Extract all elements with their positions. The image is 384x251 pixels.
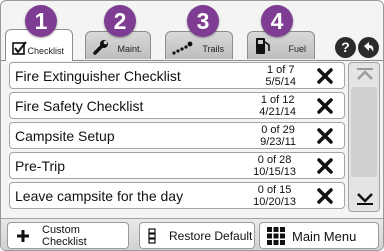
checklist-progress: 1 of 7 <box>266 64 295 76</box>
delete-icon[interactable] <box>316 97 334 115</box>
checklist-progress: 1 of 12 <box>260 94 295 106</box>
scroll-to-top-icon[interactable] <box>355 66 375 82</box>
scroll-to-bottom-icon[interactable] <box>355 191 375 207</box>
main-menu-label: Main Menu <box>292 229 357 244</box>
checklist-title: Leave campsite for the day <box>15 188 184 204</box>
tab-label: Maint. <box>117 44 142 54</box>
checklist-meta: 0 of 15 10/20/13 <box>253 184 296 208</box>
step-badge-1: 1 <box>25 5 57 37</box>
checklist-progress: 0 of 29 <box>261 124 295 136</box>
checklist-date: 4/21/14 <box>259 106 296 118</box>
tab-bar: Checklist Maint. Trails Fuel 1 2 3 4 ? <box>1 1 383 63</box>
checklist-progress: 0 of 28 <box>257 154 292 166</box>
checklist-meta: 1 of 12 4/21/14 <box>259 94 296 118</box>
delete-icon[interactable] <box>316 157 334 175</box>
step-badge-3: 3 <box>187 5 219 37</box>
checklist-date: 5/5/14 <box>265 76 296 88</box>
checklist-date: 10/20/13 <box>253 196 296 208</box>
checklist-title: Campsite Setup <box>15 128 115 144</box>
back-button[interactable] <box>358 37 379 58</box>
custom-label-line2: Checklist <box>42 236 87 248</box>
step-badge-2: 2 <box>104 5 136 37</box>
wrench-icon <box>93 40 108 55</box>
delete-icon[interactable] <box>316 187 334 205</box>
main-menu-button[interactable]: Main Menu <box>259 222 379 249</box>
app-window: Checklist Maint. Trails Fuel 1 2 3 4 ? F… <box>0 0 384 251</box>
list-item[interactable]: Pre-Trip 0 of 28 10/15/13 <box>9 152 345 179</box>
step-badge-4: 4 <box>261 5 293 37</box>
checklist-title: Fire Extinguisher Checklist <box>15 68 181 84</box>
plus-icon <box>17 230 29 242</box>
checklist-progress: 0 of 15 <box>257 184 292 196</box>
restore-default-label: Restore Default <box>169 229 253 243</box>
tab-label: Fuel <box>288 44 306 54</box>
restore-icon <box>148 228 156 244</box>
custom-checklist-button[interactable]: Custom Checklist <box>7 222 129 249</box>
back-arrow-icon <box>364 42 374 52</box>
trail-icon <box>172 41 193 55</box>
scrollbar[interactable] <box>348 62 380 212</box>
fuel-pump-icon <box>256 38 270 54</box>
list-item[interactable]: Leave campsite for the day 0 of 15 10/20… <box>9 182 345 209</box>
list-item[interactable]: Fire Extinguisher Checklist 1 of 7 5/5/1… <box>9 62 345 89</box>
grid-menu-icon <box>267 227 285 245</box>
scroll-thumb[interactable] <box>351 87 377 177</box>
checklist-date: 9/23/11 <box>260 136 296 148</box>
bottom-toolbar: Custom Checklist Restore Default Main Me… <box>1 218 383 250</box>
restore-default-button[interactable]: Restore Default <box>139 222 255 249</box>
tab-label: Trails <box>202 44 224 54</box>
checklist-meta: 0 of 28 10/15/13 <box>253 154 296 178</box>
checklist-title: Pre-Trip <box>15 158 66 174</box>
checklist-meta: 0 of 29 9/23/11 <box>260 124 296 148</box>
list-item[interactable]: Fire Safety Checklist 1 of 12 4/21/14 <box>9 92 345 119</box>
delete-icon[interactable] <box>316 127 334 145</box>
checklist-date: 10/15/13 <box>253 166 296 178</box>
list-item[interactable]: Campsite Setup 0 of 29 9/23/11 <box>9 122 345 149</box>
help-button[interactable]: ? <box>335 37 356 58</box>
delete-icon[interactable] <box>316 67 334 85</box>
custom-label-line1: Custom <box>42 224 80 236</box>
checklist-title: Fire Safety Checklist <box>15 98 144 114</box>
checklist-meta: 1 of 7 5/5/14 <box>265 64 296 88</box>
tab-label: Checklist <box>27 46 64 56</box>
